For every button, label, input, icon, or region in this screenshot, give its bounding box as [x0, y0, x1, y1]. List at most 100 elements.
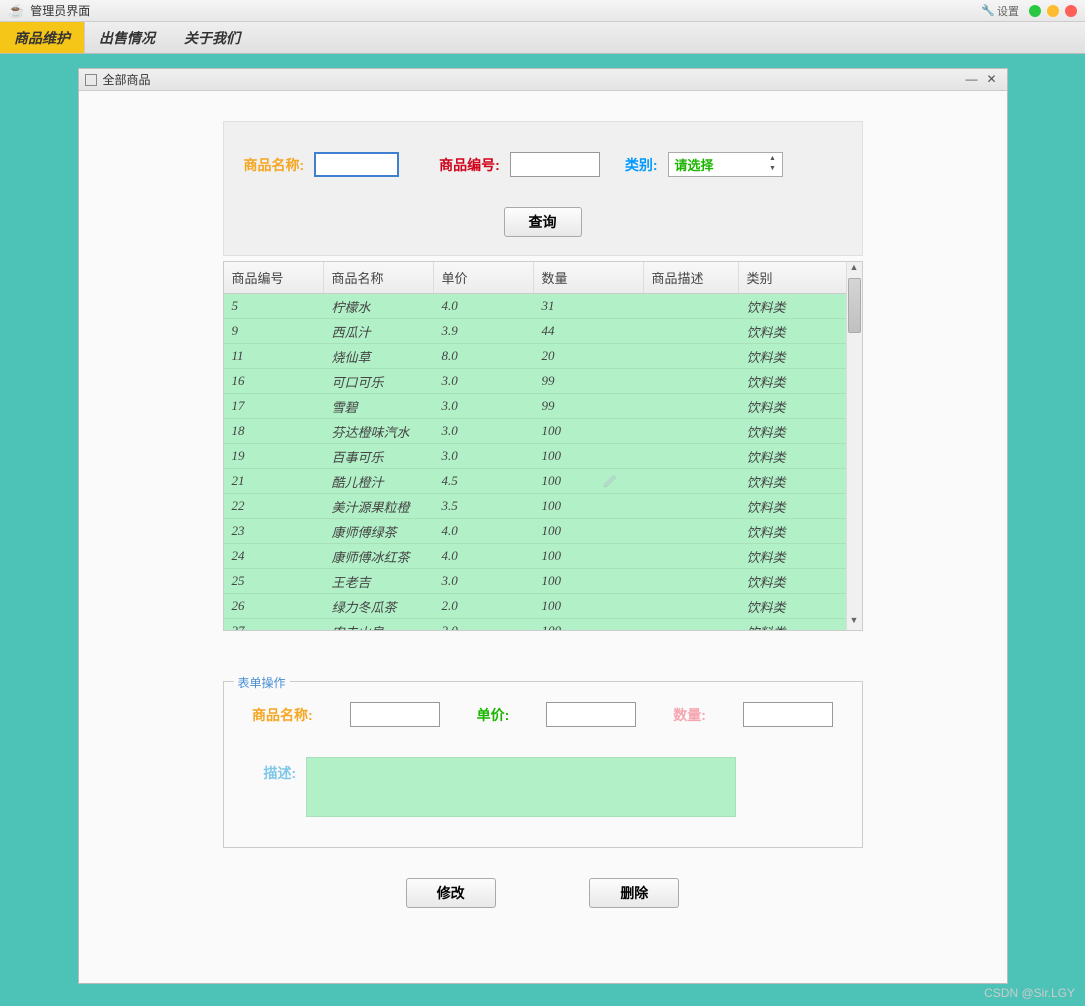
- table-row[interactable]: 27农夫山泉2.0100饮料类: [224, 619, 846, 630]
- form-desc-textarea[interactable]: [306, 757, 736, 817]
- th-name[interactable]: 商品名称: [324, 262, 434, 293]
- search-code-input[interactable]: [510, 152, 600, 177]
- td-price: 3.9: [434, 319, 534, 343]
- select-value: 请选择: [675, 155, 714, 174]
- td-desc: [644, 544, 739, 568]
- inner-window-icon: [85, 74, 97, 86]
- th-qty[interactable]: 数量: [534, 262, 644, 293]
- td-qty: 100: [534, 469, 644, 493]
- td-cat: 饮料类: [739, 594, 846, 618]
- inner-window-title: 全部商品: [103, 71, 961, 88]
- td-desc: [644, 319, 739, 343]
- search-name-input[interactable]: [314, 152, 399, 177]
- search-name-label: 商品名称:: [244, 155, 305, 175]
- td-price: 4.0: [434, 519, 534, 543]
- inner-minimize-button[interactable]: —: [963, 72, 981, 88]
- td-desc: [644, 519, 739, 543]
- scroll-up-icon[interactable]: ▲: [847, 262, 862, 277]
- td-desc: [644, 394, 739, 418]
- td-id: 25: [224, 569, 324, 593]
- td-id: 9: [224, 319, 324, 343]
- form-price-input[interactable]: [546, 702, 636, 727]
- tab-sales-status[interactable]: 出售情况: [85, 22, 170, 53]
- td-price: 4.5: [434, 469, 534, 493]
- table-row[interactable]: 11烧仙草8.020饮料类: [224, 344, 846, 369]
- td-cat: 饮料类: [739, 569, 846, 593]
- table-row[interactable]: 9西瓜汁3.944饮料类: [224, 319, 846, 344]
- close-button[interactable]: [1065, 5, 1077, 17]
- inner-window: 全部商品 — ✕ 商品名称: 商品编号: 类别: 请选择 ▲▼: [78, 68, 1008, 984]
- form-qty-label: 数量:: [673, 705, 706, 725]
- td-cat: 饮料类: [739, 344, 846, 368]
- action-row: 修改 删除: [124, 878, 962, 908]
- th-cat[interactable]: 类别: [739, 262, 846, 293]
- wrench-icon: 🔧: [981, 4, 995, 17]
- td-name: 康师傅绿茶: [324, 519, 434, 543]
- search-category-label: 类别:: [625, 155, 658, 175]
- scrollbar[interactable]: ▲ ▼: [846, 262, 862, 630]
- table-row[interactable]: 16可口可乐3.099饮料类: [224, 369, 846, 394]
- modify-button[interactable]: 修改: [406, 878, 496, 908]
- table-row[interactable]: 24康师傅冰红茶4.0100饮料类: [224, 544, 846, 569]
- window-title: 管理员界面: [30, 2, 981, 19]
- td-price: 3.0: [434, 569, 534, 593]
- table-row[interactable]: 19百事可乐3.0100饮料类: [224, 444, 846, 469]
- td-desc: [644, 444, 739, 468]
- td-id: 16: [224, 369, 324, 393]
- tab-product-maintenance[interactable]: 商品维护: [0, 22, 85, 53]
- td-desc: [644, 294, 739, 318]
- scroll-down-icon[interactable]: ▼: [847, 615, 862, 630]
- table-row[interactable]: 18芬达橙味汽水3.0100饮料类: [224, 419, 846, 444]
- td-id: 21: [224, 469, 324, 493]
- td-cat: 饮料类: [739, 494, 846, 518]
- td-name: 芬达橙味汽水: [324, 419, 434, 443]
- query-button[interactable]: 查询: [504, 207, 582, 237]
- table-row[interactable]: 21酷儿橙汁4.5100饮料类: [224, 469, 846, 494]
- table-row[interactable]: 26绿力冬瓜茶2.0100饮料类: [224, 594, 846, 619]
- th-price[interactable]: 单价: [434, 262, 534, 293]
- table-row[interactable]: 22美汁源果粒橙3.5100饮料类: [224, 494, 846, 519]
- th-desc[interactable]: 商品描述: [644, 262, 739, 293]
- table-row[interactable]: 23康师傅绿茶4.0100饮料类: [224, 519, 846, 544]
- table-row[interactable]: 5柠檬水4.031饮料类: [224, 294, 846, 319]
- form-name-input[interactable]: [350, 702, 440, 727]
- tab-about-us[interactable]: 关于我们: [170, 22, 255, 53]
- products-table: 商品编号 商品名称 单价 数量 商品描述 类别 5柠檬水4.031饮料类9西瓜汁…: [223, 261, 863, 631]
- td-cat: 饮料类: [739, 419, 846, 443]
- td-name: 王老吉: [324, 569, 434, 593]
- search-category-select[interactable]: 请选择 ▲▼: [668, 152, 783, 177]
- td-price: 2.0: [434, 619, 534, 630]
- titlebar: ☕ 管理员界面 🔧 设置: [0, 0, 1085, 22]
- td-qty: 100: [534, 494, 644, 518]
- td-qty: 100: [534, 444, 644, 468]
- td-id: 5: [224, 294, 324, 318]
- maximize-button[interactable]: [1047, 5, 1059, 17]
- td-qty: 100: [534, 519, 644, 543]
- tab-bar: 商品维护 出售情况 关于我们: [0, 22, 1085, 54]
- td-name: 百事可乐: [324, 444, 434, 468]
- minimize-button[interactable]: [1029, 5, 1041, 17]
- td-qty: 100: [534, 569, 644, 593]
- form-desc-label: 描述:: [264, 757, 297, 817]
- td-desc: [644, 569, 739, 593]
- td-price: 4.0: [434, 544, 534, 568]
- td-desc: [644, 494, 739, 518]
- scroll-thumb[interactable]: [848, 278, 861, 333]
- search-code-label: 商品编号:: [439, 155, 500, 175]
- fieldset-legend: 表单操作: [234, 674, 290, 691]
- select-stepper-icon: ▲▼: [766, 155, 780, 174]
- td-name: 绿力冬瓜茶: [324, 594, 434, 618]
- workspace: 全部商品 — ✕ 商品名称: 商品编号: 类别: 请选择 ▲▼: [0, 54, 1085, 998]
- td-price: 3.0: [434, 444, 534, 468]
- td-qty: 100: [534, 619, 644, 630]
- table-row[interactable]: 25王老吉3.0100 饮料类: [224, 569, 846, 594]
- td-price: 3.5: [434, 494, 534, 518]
- delete-button[interactable]: 删除: [589, 878, 679, 908]
- table-row[interactable]: 17雪碧3.099饮料类: [224, 394, 846, 419]
- td-id: 11: [224, 344, 324, 368]
- settings-button[interactable]: 🔧 设置: [981, 3, 1019, 19]
- th-id[interactable]: 商品编号: [224, 262, 324, 293]
- td-desc: [644, 594, 739, 618]
- inner-close-button[interactable]: ✕: [983, 72, 1001, 88]
- form-qty-input[interactable]: [743, 702, 833, 727]
